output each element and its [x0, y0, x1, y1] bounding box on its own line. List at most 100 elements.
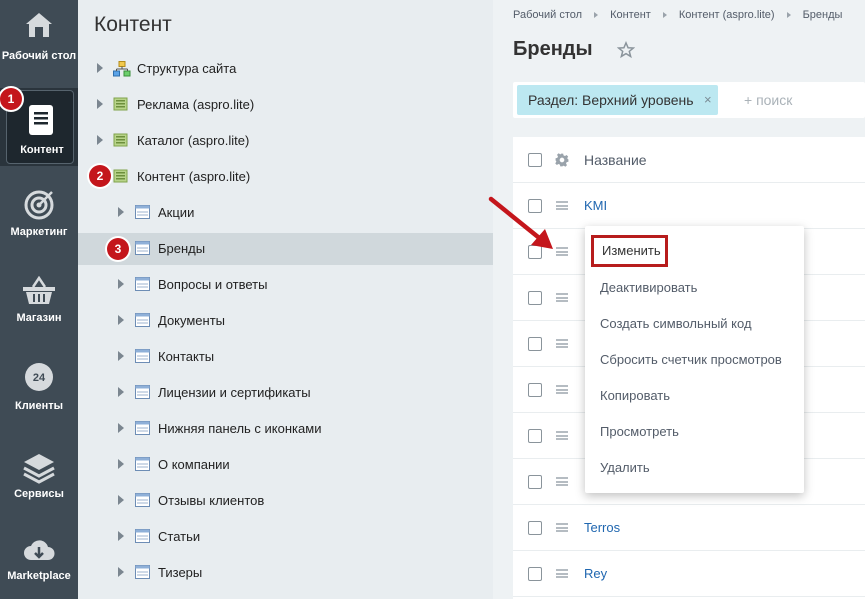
row-checkbox[interactable] — [528, 291, 542, 305]
tree-item-label: Лицензии и сертификаты — [158, 385, 311, 400]
tree-item[interactable]: Структура сайта — [78, 53, 493, 85]
menu-item-view[interactable]: Просмотреть — [600, 424, 679, 439]
tree-item-label: О компании — [158, 457, 230, 472]
tree-item[interactable]: Тизеры — [78, 557, 493, 589]
row-menu-icon[interactable] — [556, 293, 568, 302]
row-menu-icon[interactable] — [556, 339, 568, 348]
expand-arrow-icon[interactable] — [118, 495, 124, 505]
rail-item-marketing[interactable]: Маркетинг — [0, 182, 78, 260]
breadcrumb-item[interactable]: Рабочий стол — [513, 9, 582, 21]
home-icon — [26, 13, 52, 37]
rail-item-shop[interactable]: Магазин — [0, 268, 78, 346]
tree-item[interactable]: Реклама (aspro.lite) — [78, 89, 493, 121]
table-icon — [135, 277, 150, 294]
rail-item-clients[interactable]: 24 Клиенты — [0, 355, 78, 433]
menu-item-deactivate[interactable]: Деактивировать — [600, 280, 697, 295]
menu-item-edit[interactable]: Изменить — [591, 235, 668, 267]
tree-item[interactable]: Бренды — [78, 233, 493, 265]
row-checkbox[interactable] — [528, 337, 542, 351]
table-icon — [135, 241, 150, 258]
tree-item[interactable]: Статьи — [78, 521, 493, 553]
tree-item[interactable]: Каталог (aspro.lite) — [78, 125, 493, 157]
menu-item-create-code[interactable]: Создать символьный код — [600, 316, 752, 331]
rail-item-marketplace[interactable]: Marketplace — [0, 532, 78, 599]
menu-item-reset-counter[interactable]: Сбросить счетчик просмотров — [600, 352, 782, 367]
svg-text:24: 24 — [33, 372, 46, 384]
row-menu-icon[interactable] — [556, 477, 568, 486]
folder-green-icon — [113, 133, 129, 150]
element-name-link[interactable]: Terros — [584, 520, 620, 535]
menu-item-copy[interactable]: Копировать — [600, 388, 670, 403]
step-badge-2: 2 — [89, 165, 111, 187]
menu-item-delete[interactable]: Удалить — [600, 460, 650, 475]
row-checkbox[interactable] — [528, 429, 542, 443]
filter-chip[interactable]: Раздел: Верхний уровень × — [517, 85, 718, 115]
tree-item[interactable]: Документы — [78, 305, 493, 337]
expand-arrow-icon[interactable] — [118, 459, 124, 469]
table-icon — [135, 565, 150, 582]
row-menu-icon[interactable] — [556, 385, 568, 394]
rail-label-desktop: Рабочий стол — [1, 50, 77, 62]
table-row[interactable]: Rey — [513, 551, 865, 597]
expand-arrow-icon[interactable] — [97, 63, 103, 73]
row-menu-icon[interactable] — [556, 569, 568, 578]
step-badge-1: 1 — [0, 88, 22, 110]
expand-arrow-icon[interactable] — [118, 207, 124, 217]
tree-item[interactable]: Контакты — [78, 341, 493, 373]
row-checkbox[interactable] — [528, 521, 542, 535]
tree-item-label: Отзывы клиентов — [158, 493, 265, 508]
filter-search-bar[interactable]: Раздел: Верхний уровень × + поиск — [513, 82, 865, 118]
expand-arrow-icon[interactable] — [118, 315, 124, 325]
rail-item-desktop[interactable]: Рабочий стол — [0, 0, 78, 78]
tree-item-label: Каталог (aspro.lite) — [137, 133, 250, 148]
row-checkbox[interactable] — [528, 475, 542, 489]
element-name-link[interactable]: KMI — [584, 198, 607, 213]
tree-item[interactable]: Лицензии и сертификаты — [78, 377, 493, 409]
breadcrumb-item[interactable]: Бренды — [803, 9, 843, 21]
row-checkbox[interactable] — [528, 567, 542, 581]
folder-green-icon — [113, 169, 129, 186]
expand-arrow-icon[interactable] — [118, 567, 124, 577]
tree-item-label: Реклама (aspro.lite) — [137, 97, 255, 112]
tree-item[interactable]: Контент (aspro.lite) — [78, 161, 493, 193]
element-name-link[interactable]: Rey — [584, 566, 607, 581]
expand-arrow-icon[interactable] — [97, 99, 103, 109]
row-checkbox[interactable] — [528, 383, 542, 397]
breadcrumb-item[interactable]: Контент — [610, 9, 651, 21]
tree-item-label: Акции — [158, 205, 195, 220]
rail-item-services[interactable]: Сервисы — [0, 448, 78, 526]
rail-label-shop: Магазин — [16, 312, 62, 324]
select-all-checkbox[interactable] — [528, 153, 542, 167]
table-row[interactable]: Terros — [513, 505, 865, 551]
row-menu-icon[interactable] — [556, 523, 568, 532]
expand-arrow-icon[interactable] — [118, 531, 124, 541]
expand-arrow-icon[interactable] — [118, 279, 124, 289]
rail-label-content: Контент — [20, 144, 64, 156]
site-structure-icon — [113, 61, 131, 80]
tree-item[interactable]: Отзывы клиентов — [78, 485, 493, 517]
column-header-name[interactable]: Название — [584, 152, 647, 168]
table-row[interactable]: KMI — [513, 183, 865, 229]
tree-item-label: Вопросы и ответы — [158, 277, 268, 292]
left-rail: Рабочий стол Контент 1 Маркетинг Магазин… — [0, 0, 78, 599]
table-icon — [135, 349, 150, 366]
table-icon — [135, 457, 150, 474]
expand-arrow-icon[interactable] — [118, 423, 124, 433]
tree-item[interactable]: Акции — [78, 197, 493, 229]
row-menu-icon[interactable] — [556, 431, 568, 440]
step-badge-3: 3 — [107, 238, 129, 260]
clock-24-icon: 24 — [25, 363, 53, 391]
expand-arrow-icon[interactable] — [97, 135, 103, 145]
breadcrumb-item[interactable]: Контент (aspro.lite) — [679, 9, 775, 21]
star-icon[interactable] — [617, 41, 635, 59]
gear-icon[interactable] — [555, 153, 569, 167]
close-icon[interactable]: × — [704, 85, 712, 115]
search-input[interactable]: + поиск — [744, 92, 792, 108]
expand-arrow-icon[interactable] — [118, 387, 124, 397]
tree-item-label: Бренды — [158, 241, 206, 256]
expand-arrow-icon[interactable] — [118, 351, 124, 361]
tree-item[interactable]: О компании — [78, 449, 493, 481]
tree-item[interactable]: Вопросы и ответы — [78, 269, 493, 301]
tree-item[interactable]: Нижняя панель с иконками — [78, 413, 493, 445]
table-icon — [135, 493, 150, 510]
